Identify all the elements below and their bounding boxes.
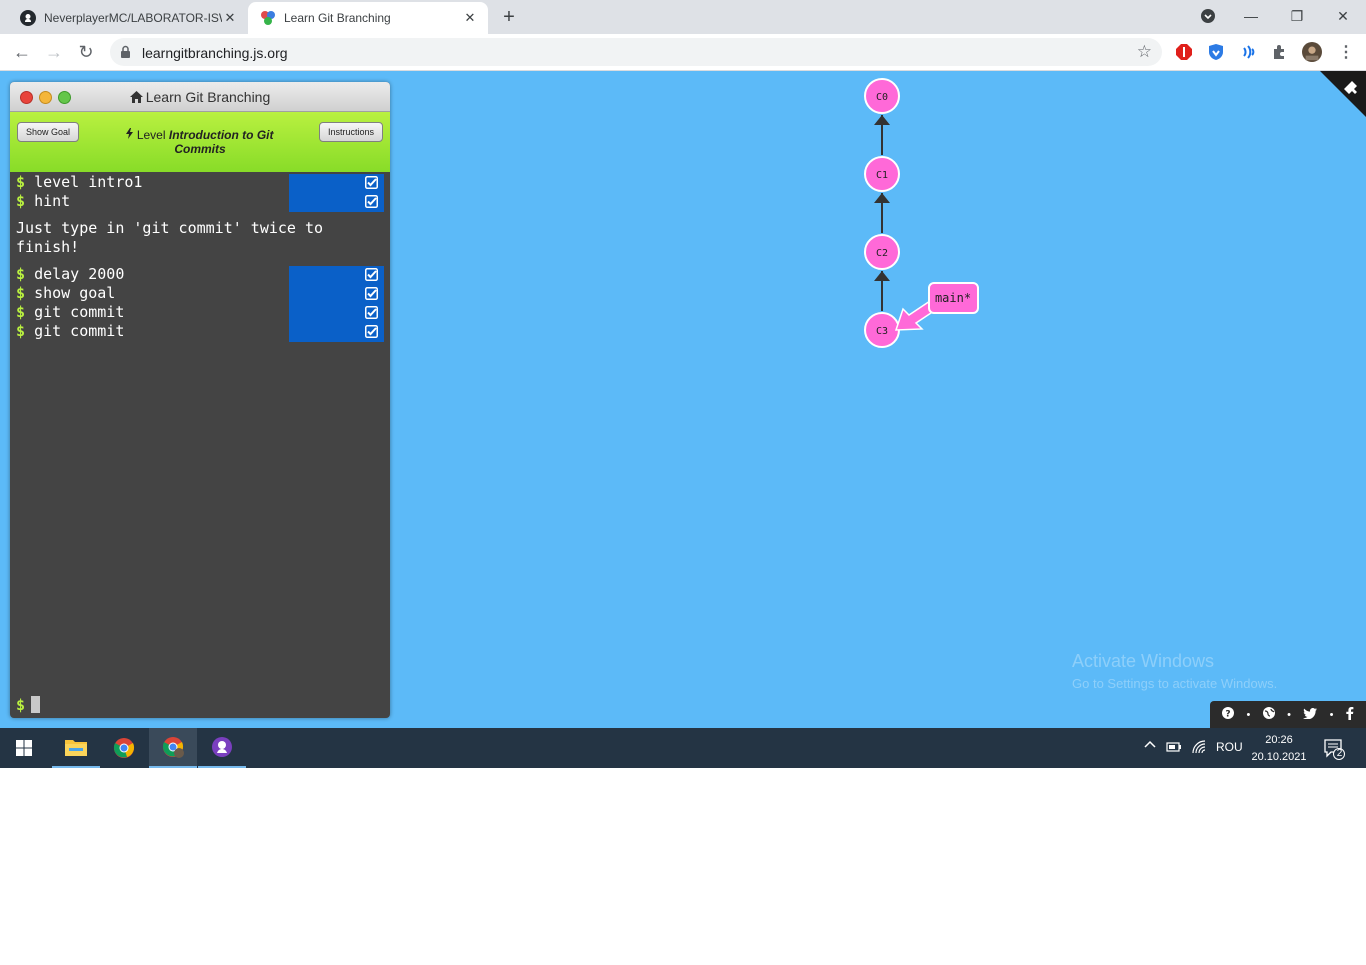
new-tab-button[interactable]: + [498,6,520,28]
lgb-icon [260,10,276,26]
notifications-icon[interactable]: 2 [1323,738,1345,763]
battery-icon[interactable] [1166,740,1182,755]
separator-dot: • [1246,708,1251,721]
avatar[interactable] [1302,42,1322,62]
help-icon[interactable]: ? [1222,707,1235,722]
commit-label: C1 [876,170,888,181]
browser-toolbar: ← → ↻ learngitbranching.js.org ☆ ⋮ [0,34,1366,71]
twitter-icon[interactable] [1303,707,1318,722]
tab-github[interactable]: NeverplayerMC/LABORATOR-ISW ✕ [8,2,248,34]
page-content: Learn Git Branching Show Goal Level Intr… [0,71,1366,728]
browser-tab-bar: NeverplayerMC/LABORATOR-ISW ✕ Learn Git … [0,0,1366,34]
menu-kebab-icon[interactable]: ⋮ [1336,42,1356,62]
commit-label: C0 [876,92,888,103]
svg-text:?: ? [1226,710,1231,720]
broadcast-icon[interactable] [1238,42,1258,62]
facebook-icon[interactable] [1346,706,1354,723]
close-icon[interactable]: ✕ [462,10,478,26]
branch-label: main* [935,291,971,305]
wifi-icon[interactable] [1192,740,1208,757]
windows-taskbar: ROU 20:26 20.10.2021 2 [0,728,1366,768]
adblock-icon[interactable] [1174,42,1194,62]
tray-chevron-up-icon[interactable] [1143,738,1157,755]
github-corner[interactable] [1320,71,1366,117]
tab-title: NeverplayerMC/LABORATOR-ISW [44,11,222,25]
commit-node-c2[interactable]: C2 [864,234,900,270]
url-text: learngitbranching.js.org [142,45,288,61]
clock-time: 20:26 [1265,734,1293,746]
lock-icon [120,45,131,64]
commit-node-c0[interactable]: C0 [864,78,900,114]
github-icon [20,10,36,26]
close-window-button[interactable]: ✕ [1330,4,1356,28]
forward-button[interactable]: → [42,40,66,64]
github-desktop-icon[interactable] [198,728,246,768]
back-button[interactable]: ← [10,40,34,64]
tab-learn-git-branching[interactable]: Learn Git Branching ✕ [248,2,488,34]
commit-edges [874,115,890,311]
language-indicator[interactable]: ROU [1216,740,1243,754]
reload-button[interactable]: ↻ [74,40,98,64]
close-icon[interactable]: ✕ [222,10,238,26]
clock[interactable]: 20:26 20.10.2021 [1248,732,1310,766]
restore-button[interactable]: ❐ [1284,4,1310,28]
chrome-profile-icon[interactable] [149,728,197,768]
minimize-button[interactable]: — [1238,4,1264,28]
tab-search-icon[interactable] [1195,4,1221,28]
notification-count: 2 [1336,748,1343,759]
address-bar[interactable]: learngitbranching.js.org ☆ [110,38,1162,66]
windows-start-icon[interactable] [0,728,48,768]
clock-date: 20.10.2021 [1251,751,1307,763]
tab-title: Learn Git Branching [284,11,391,25]
activate-windows-watermark: Activate Windows Go to Settings to activ… [1072,651,1278,691]
separator-dot: • [1329,708,1334,721]
footer-links: ? • • • [1210,701,1366,728]
bookmark-star-icon[interactable]: ☆ [1137,42,1152,62]
branch-main[interactable]: main* [894,282,979,331]
commit-label: C3 [876,326,888,337]
commit-graph: C0 C1 C2 C3 main* [864,78,979,348]
globe-icon[interactable] [1262,707,1275,722]
chrome-icon[interactable] [100,728,148,768]
extensions-puzzle-icon[interactable] [1270,42,1290,62]
commit-label: C2 [876,248,888,259]
commit-node-c1[interactable]: C1 [864,156,900,192]
commit-node-c3[interactable]: C3 [864,312,900,348]
file-explorer-icon[interactable] [52,728,100,768]
shield-icon[interactable] [1206,42,1226,62]
separator-dot: • [1287,708,1291,721]
